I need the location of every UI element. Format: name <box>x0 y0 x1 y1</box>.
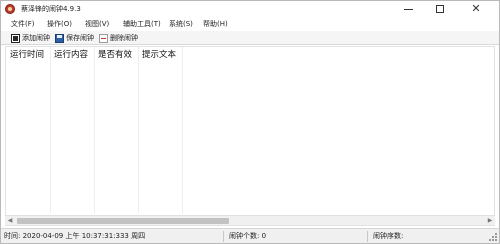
resize-grip-icon[interactable] <box>489 233 497 241</box>
column-header-prompt-text[interactable]: 提示文本 <box>138 47 184 63</box>
column-divider <box>182 47 183 213</box>
alarm-clock-icon <box>5 4 15 14</box>
minimize-button[interactable] <box>393 1 423 17</box>
column-header-run-content[interactable]: 运行内容 <box>50 47 94 63</box>
close-button[interactable]: ✕ <box>461 1 491 17</box>
menu-bar: 文件(F) 操作(O) 视图(V) 辅助工具(T) 系统(S) 帮助(H) <box>1 17 499 31</box>
close-icon: ✕ <box>471 2 481 15</box>
menu-system[interactable]: 系统(S) <box>169 19 193 29</box>
column-divider <box>138 47 139 213</box>
delete-alarm-button[interactable]: 删除闹钟 <box>99 32 138 44</box>
menu-tools[interactable]: 辅助工具(T) <box>123 19 161 29</box>
scroll-right-icon[interactable]: ▶ <box>485 216 495 226</box>
save-alarm-label: 保存闹钟 <box>66 34 94 42</box>
menu-view[interactable]: 视图(V) <box>85 19 109 29</box>
status-divider <box>367 231 368 242</box>
delete-alarm-icon <box>99 33 108 43</box>
delete-alarm-label: 删除闹钟 <box>110 34 138 42</box>
scroll-left-icon[interactable]: ◀ <box>5 216 15 226</box>
status-alarm-count: 闹钟个数: 0 <box>229 232 267 240</box>
window-title: 蔡泽锋的闹钟4.9.3 <box>21 5 81 13</box>
list-header: 运行时间 运行内容 是否有效 提示文本 <box>6 47 494 63</box>
status-alarm-index: 闹钟序数: <box>373 232 404 240</box>
column-header-run-time[interactable]: 运行时间 <box>6 47 50 63</box>
add-alarm-label: 添加闹钟 <box>22 34 50 42</box>
save-disk-icon <box>55 33 64 43</box>
add-alarm-icon <box>11 33 20 43</box>
menu-file[interactable]: 文件(F) <box>11 19 35 29</box>
minimize-icon <box>403 8 413 10</box>
save-alarm-button[interactable]: 保存闹钟 <box>55 32 94 44</box>
add-alarm-button[interactable]: 添加闹钟 <box>11 32 50 44</box>
status-current-time: 时间: 2020-04-09 上午 10:37:31:333 周四 <box>4 232 146 240</box>
alarm-list[interactable]: 运行时间 运行内容 是否有效 提示文本 <box>5 46 495 226</box>
menu-operation[interactable]: 操作(O) <box>47 19 72 29</box>
title-bar: 蔡泽锋的闹钟4.9.3 ✕ <box>1 1 499 17</box>
column-header-is-valid[interactable]: 是否有效 <box>94 47 138 63</box>
scrollbar-thumb[interactable] <box>17 218 229 224</box>
toolbar: 添加闹钟 保存闹钟 删除闹钟 <box>1 31 499 45</box>
status-bar: 时间: 2020-04-09 上午 10:37:31:333 周四 闹钟个数: … <box>1 228 499 243</box>
column-divider <box>94 47 95 213</box>
menu-help[interactable]: 帮助(H) <box>203 19 228 29</box>
status-divider <box>223 231 224 242</box>
horizontal-scrollbar[interactable]: ◀ ▶ <box>5 215 495 225</box>
maximize-icon <box>436 5 444 13</box>
maximize-button[interactable] <box>425 1 455 17</box>
column-divider <box>50 47 51 213</box>
main-window: 蔡泽锋的闹钟4.9.3 ✕ 文件(F) 操作(O) 视图(V) 辅助工具(T) … <box>0 0 500 244</box>
